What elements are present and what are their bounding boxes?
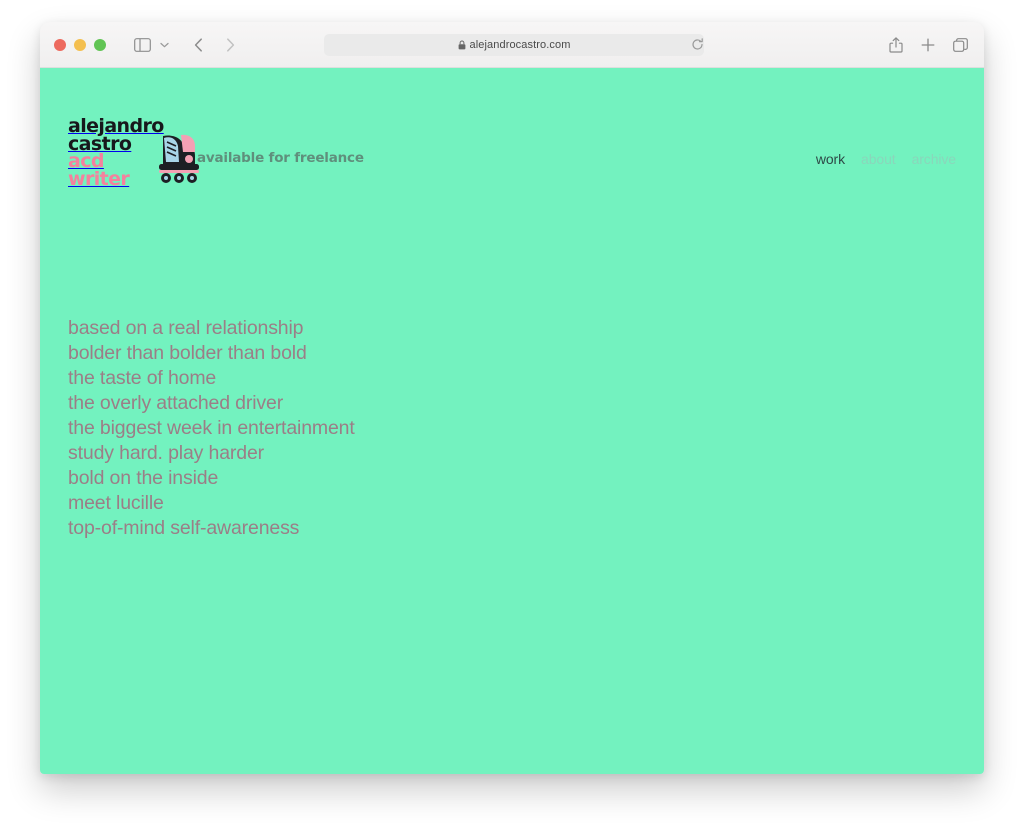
close-window-button[interactable] [54,39,66,51]
navigation-controls [106,32,244,58]
work-list-item[interactable]: bold on the inside [68,466,355,491]
chevron-down-icon[interactable] [156,32,172,58]
work-list-item[interactable]: meet lucille [68,491,355,516]
forward-arrow-icon[interactable] [216,32,244,58]
nav-item-about[interactable]: about [861,151,896,167]
url-text: alejandrocastro.com [470,39,571,51]
toolbar-right-actions [886,35,970,55]
availability-tagline: available for freelance [197,150,364,166]
site-nav: work about archive [816,151,956,167]
work-list-item[interactable]: bolder than bolder than bold [68,341,355,366]
work-list-item[interactable]: the taste of home [68,366,355,391]
work-list-item[interactable]: top-of-mind self-awareness [68,516,355,541]
site-header: alejandro castro acd writer [40,68,984,106]
nav-item-archive[interactable]: archive [912,151,956,167]
window-controls [54,39,106,51]
back-arrow-icon[interactable] [184,32,212,58]
work-list-item[interactable]: the biggest week in entertainment [68,416,355,441]
roller-skate-icon [143,130,205,188]
tab-overview-icon[interactable] [950,35,970,55]
reload-icon[interactable] [688,36,706,54]
webpage-viewport: alejandro castro acd writer [40,68,984,774]
lock-icon [458,40,466,50]
share-icon[interactable] [886,35,906,55]
browser-window: alejandrocastro.com [40,22,984,774]
browser-toolbar: alejandrocastro.com [40,22,984,68]
sidebar-toggle-icon[interactable] [128,32,156,58]
address-bar-content: alejandrocastro.com [458,39,571,51]
new-tab-icon[interactable] [918,35,938,55]
work-list-item[interactable]: based on a real relationship [68,316,355,341]
minimize-window-button[interactable] [74,39,86,51]
work-list: based on a real relationship bolder than… [68,316,355,541]
site-logo[interactable]: alejandro castro acd writer [68,118,186,189]
nav-item-work[interactable]: work [816,151,845,167]
address-bar[interactable]: alejandrocastro.com [324,34,704,56]
work-list-item[interactable]: study hard. play harder [68,441,355,466]
work-list-item[interactable]: the overly attached driver [68,391,355,416]
maximize-window-button[interactable] [94,39,106,51]
